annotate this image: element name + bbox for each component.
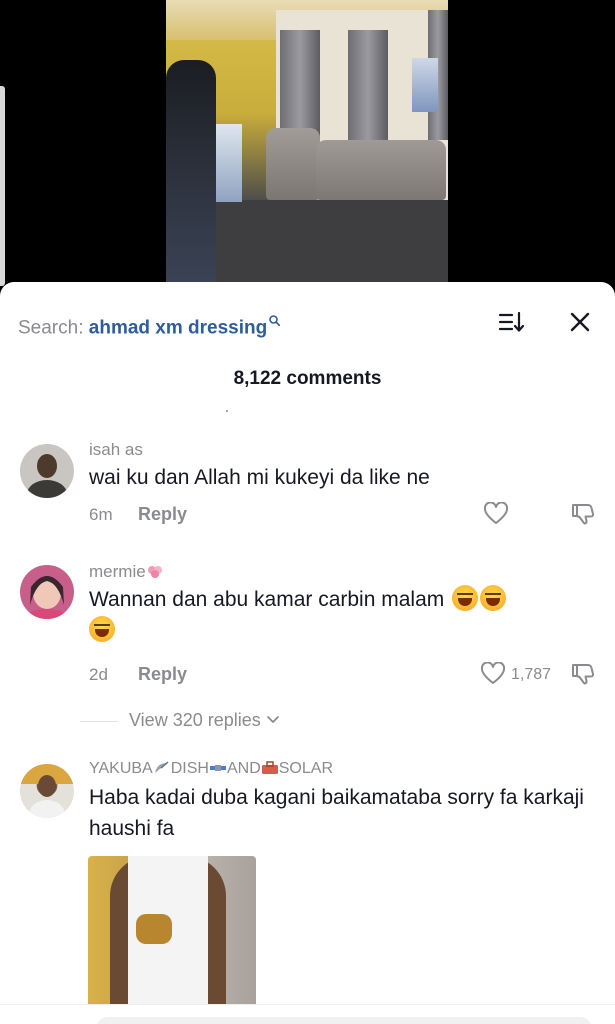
heart-icon[interactable] — [483, 501, 509, 526]
comment-username[interactable]: YAKUBA DISH AND SOLAR — [89, 760, 333, 778]
like-count: 1,787 — [511, 666, 552, 683]
replies-divider — [80, 721, 118, 722]
avatar[interactable] — [20, 444, 74, 498]
comment-time: 6m — [89, 505, 113, 524]
comment-text: Haba kadai duba kagani baikamataba sorry… — [89, 786, 584, 840]
avatar[interactable] — [20, 764, 74, 818]
comments-count: 8,122 comments — [233, 368, 382, 389]
view-replies-text: View 320 replies — [129, 710, 261, 730]
video-frame[interactable] — [166, 0, 448, 282]
side-handle — [0, 86, 5, 286]
view-replies-label[interactable]: View 320 replies — [129, 710, 280, 731]
satellite-icon — [209, 761, 227, 775]
video-armchair — [266, 128, 320, 200]
laughing-emoji-icon — [452, 585, 479, 611]
search-query[interactable]: ahmad xm dressing — [89, 317, 267, 338]
flower-emoji-icon — [146, 564, 164, 578]
video-sofa — [316, 140, 446, 200]
reply-button[interactable]: Reply — [138, 504, 187, 525]
search-suggestion[interactable]: Search: ahmad xm dressing — [18, 310, 281, 339]
chevron-down-icon — [266, 716, 279, 723]
laughing-emoji-icon — [480, 585, 507, 611]
close-icon[interactable] — [568, 310, 592, 334]
satellite-dish-icon — [153, 761, 171, 775]
dislike-icon[interactable] — [570, 661, 596, 687]
comment-text: wai ku dan Allah mi kukeyi da like ne — [89, 466, 430, 489]
search-suggestion-row[interactable]: Search: ahmad xm dressing — [0, 304, 615, 338]
comment-input-bar — [0, 1004, 615, 1024]
divider-dot — [226, 410, 228, 412]
username-part: SOLAR — [278, 760, 333, 777]
dislike-icon[interactable] — [570, 501, 596, 527]
comment-input[interactable] — [96, 1017, 592, 1024]
laughing-emoji-icon — [89, 616, 115, 642]
comment-text-body: Wannan dan abu kamar carbin malam — [89, 588, 445, 611]
username-part: DISH — [170, 760, 209, 777]
video-curtain — [348, 30, 388, 140]
video-tv — [412, 58, 438, 112]
search-label: Search: — [18, 317, 84, 339]
reply-button[interactable]: Reply — [138, 664, 187, 685]
heart-icon[interactable] — [480, 661, 506, 686]
avatar[interactable] — [20, 565, 74, 619]
comment-username-text: mermie — [89, 562, 146, 581]
video-curtain — [280, 30, 320, 140]
comment-username[interactable]: mermie — [89, 562, 164, 582]
video-player[interactable] — [0, 0, 615, 300]
comment-username[interactable]: isah as — [89, 440, 143, 460]
comment-text: Wannan dan abu kamar carbin malam — [89, 584, 599, 646]
comments-sheet: Search: ahmad xm dressing 8,122 comments — [0, 282, 615, 1024]
sort-icon[interactable] — [498, 310, 526, 334]
username-part: YAKUBA — [89, 760, 153, 777]
search-icon — [269, 310, 281, 327]
toolbox-icon — [261, 761, 279, 775]
username-part: AND — [226, 760, 261, 777]
comment-time: 2d — [89, 665, 108, 684]
comment-image[interactable] — [88, 856, 256, 1024]
video-person — [166, 60, 216, 282]
image-hands — [136, 914, 172, 944]
